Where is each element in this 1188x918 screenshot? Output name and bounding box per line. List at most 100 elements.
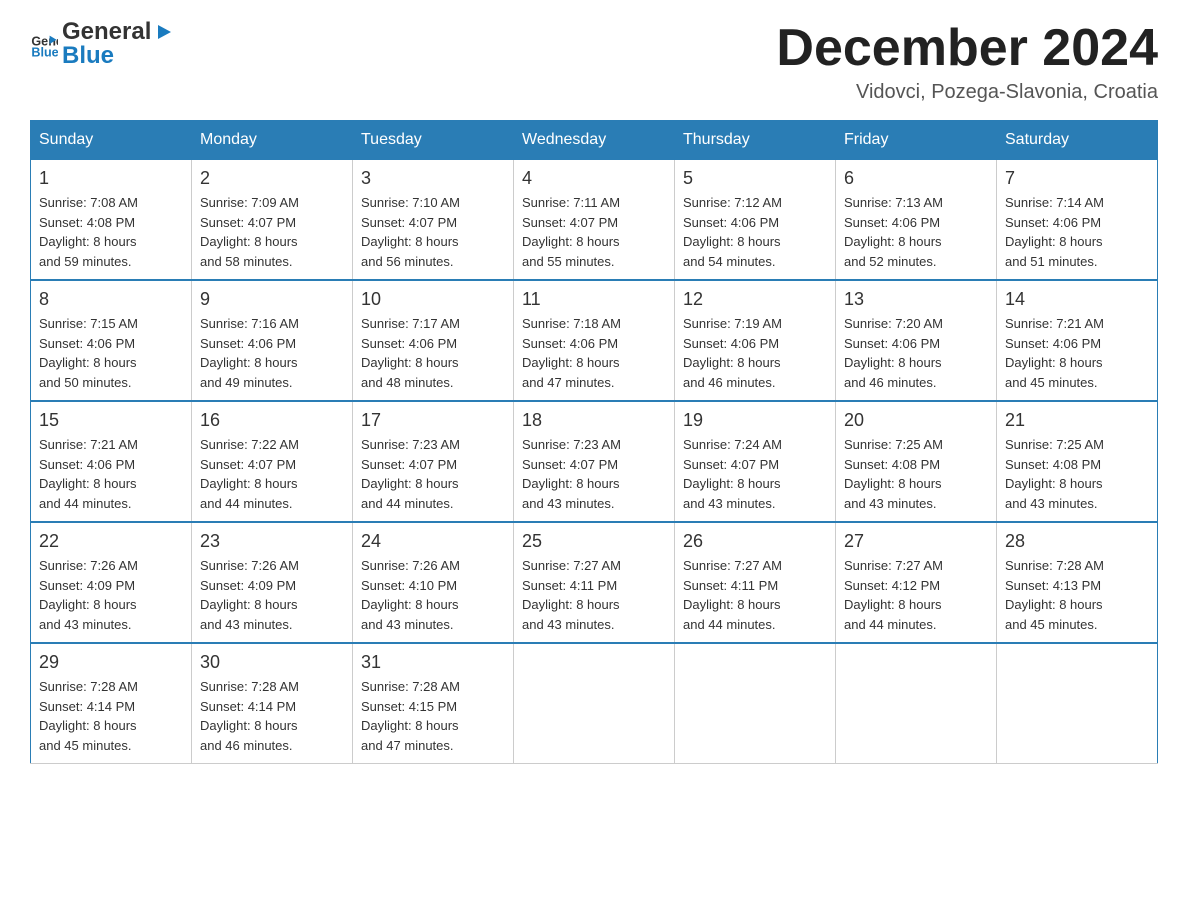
day-info: Sunrise: 7:16 AM Sunset: 4:06 PM Dayligh… xyxy=(200,314,344,392)
day-info: Sunrise: 7:17 AM Sunset: 4:06 PM Dayligh… xyxy=(361,314,505,392)
calendar-day-cell: 14 Sunrise: 7:21 AM Sunset: 4:06 PM Dayl… xyxy=(997,280,1158,401)
calendar-day-cell: 29 Sunrise: 7:28 AM Sunset: 4:14 PM Dayl… xyxy=(31,643,192,764)
header-saturday: Saturday xyxy=(997,121,1158,160)
day-number: 26 xyxy=(683,531,827,552)
day-number: 1 xyxy=(39,168,183,189)
location-subtitle: Vidovci, Pozega-Slavonia, Croatia xyxy=(776,81,1158,104)
calendar-day-cell: 15 Sunrise: 7:21 AM Sunset: 4:06 PM Dayl… xyxy=(31,401,192,522)
page-header: General Blue General Blue December 2024 … xyxy=(30,20,1158,104)
calendar-day-cell xyxy=(836,643,997,764)
day-number: 27 xyxy=(844,531,988,552)
day-info: Sunrise: 7:26 AM Sunset: 4:10 PM Dayligh… xyxy=(361,556,505,634)
calendar-table: Sunday Monday Tuesday Wednesday Thursday… xyxy=(30,120,1158,764)
calendar-day-cell: 10 Sunrise: 7:17 AM Sunset: 4:06 PM Dayl… xyxy=(353,280,514,401)
header-monday: Monday xyxy=(192,121,353,160)
calendar-day-cell: 24 Sunrise: 7:26 AM Sunset: 4:10 PM Dayl… xyxy=(353,522,514,643)
day-info: Sunrise: 7:15 AM Sunset: 4:06 PM Dayligh… xyxy=(39,314,183,392)
day-info: Sunrise: 7:09 AM Sunset: 4:07 PM Dayligh… xyxy=(200,193,344,271)
day-number: 8 xyxy=(39,289,183,310)
day-info: Sunrise: 7:28 AM Sunset: 4:14 PM Dayligh… xyxy=(200,677,344,755)
svg-text:Blue: Blue xyxy=(31,46,58,58)
day-number: 18 xyxy=(522,410,666,431)
day-info: Sunrise: 7:26 AM Sunset: 4:09 PM Dayligh… xyxy=(200,556,344,634)
day-info: Sunrise: 7:28 AM Sunset: 4:13 PM Dayligh… xyxy=(1005,556,1149,634)
day-number: 11 xyxy=(522,289,666,310)
day-number: 3 xyxy=(361,168,505,189)
calendar-day-cell: 25 Sunrise: 7:27 AM Sunset: 4:11 PM Dayl… xyxy=(514,522,675,643)
calendar-day-cell: 31 Sunrise: 7:28 AM Sunset: 4:15 PM Dayl… xyxy=(353,643,514,764)
day-info: Sunrise: 7:26 AM Sunset: 4:09 PM Dayligh… xyxy=(39,556,183,634)
day-info: Sunrise: 7:08 AM Sunset: 4:08 PM Dayligh… xyxy=(39,193,183,271)
calendar-day-cell: 30 Sunrise: 7:28 AM Sunset: 4:14 PM Dayl… xyxy=(192,643,353,764)
calendar-week-row: 22 Sunrise: 7:26 AM Sunset: 4:09 PM Dayl… xyxy=(31,522,1158,643)
calendar-day-cell: 5 Sunrise: 7:12 AM Sunset: 4:06 PM Dayli… xyxy=(675,160,836,281)
day-info: Sunrise: 7:27 AM Sunset: 4:11 PM Dayligh… xyxy=(522,556,666,634)
calendar-week-row: 15 Sunrise: 7:21 AM Sunset: 4:06 PM Dayl… xyxy=(31,401,1158,522)
calendar-day-cell: 9 Sunrise: 7:16 AM Sunset: 4:06 PM Dayli… xyxy=(192,280,353,401)
day-info: Sunrise: 7:19 AM Sunset: 4:06 PM Dayligh… xyxy=(683,314,827,392)
calendar-day-cell: 1 Sunrise: 7:08 AM Sunset: 4:08 PM Dayli… xyxy=(31,160,192,281)
header-wednesday: Wednesday xyxy=(514,121,675,160)
calendar-day-cell: 12 Sunrise: 7:19 AM Sunset: 4:06 PM Dayl… xyxy=(675,280,836,401)
day-info: Sunrise: 7:22 AM Sunset: 4:07 PM Dayligh… xyxy=(200,435,344,513)
day-number: 17 xyxy=(361,410,505,431)
day-number: 5 xyxy=(683,168,827,189)
calendar-week-row: 8 Sunrise: 7:15 AM Sunset: 4:06 PM Dayli… xyxy=(31,280,1158,401)
day-number: 16 xyxy=(200,410,344,431)
day-info: Sunrise: 7:23 AM Sunset: 4:07 PM Dayligh… xyxy=(522,435,666,513)
day-number: 22 xyxy=(39,531,183,552)
day-number: 20 xyxy=(844,410,988,431)
day-info: Sunrise: 7:23 AM Sunset: 4:07 PM Dayligh… xyxy=(361,435,505,513)
weekday-header-row: Sunday Monday Tuesday Wednesday Thursday… xyxy=(31,121,1158,160)
day-number: 30 xyxy=(200,652,344,673)
day-info: Sunrise: 7:14 AM Sunset: 4:06 PM Dayligh… xyxy=(1005,193,1149,271)
day-info: Sunrise: 7:21 AM Sunset: 4:06 PM Dayligh… xyxy=(1005,314,1149,392)
day-info: Sunrise: 7:12 AM Sunset: 4:06 PM Dayligh… xyxy=(683,193,827,271)
calendar-day-cell xyxy=(675,643,836,764)
calendar-day-cell: 22 Sunrise: 7:26 AM Sunset: 4:09 PM Dayl… xyxy=(31,522,192,643)
calendar-day-cell: 18 Sunrise: 7:23 AM Sunset: 4:07 PM Dayl… xyxy=(514,401,675,522)
day-info: Sunrise: 7:28 AM Sunset: 4:15 PM Dayligh… xyxy=(361,677,505,755)
day-number: 6 xyxy=(844,168,988,189)
day-info: Sunrise: 7:18 AM Sunset: 4:06 PM Dayligh… xyxy=(522,314,666,392)
calendar-day-cell: 6 Sunrise: 7:13 AM Sunset: 4:06 PM Dayli… xyxy=(836,160,997,281)
day-number: 9 xyxy=(200,289,344,310)
calendar-day-cell: 8 Sunrise: 7:15 AM Sunset: 4:06 PM Dayli… xyxy=(31,280,192,401)
day-number: 23 xyxy=(200,531,344,552)
day-info: Sunrise: 7:27 AM Sunset: 4:12 PM Dayligh… xyxy=(844,556,988,634)
calendar-day-cell: 20 Sunrise: 7:25 AM Sunset: 4:08 PM Dayl… xyxy=(836,401,997,522)
calendar-day-cell: 7 Sunrise: 7:14 AM Sunset: 4:06 PM Dayli… xyxy=(997,160,1158,281)
calendar-day-cell: 23 Sunrise: 7:26 AM Sunset: 4:09 PM Dayl… xyxy=(192,522,353,643)
day-number: 24 xyxy=(361,531,505,552)
header-thursday: Thursday xyxy=(675,121,836,160)
calendar-day-cell: 26 Sunrise: 7:27 AM Sunset: 4:11 PM Dayl… xyxy=(675,522,836,643)
calendar-day-cell: 4 Sunrise: 7:11 AM Sunset: 4:07 PM Dayli… xyxy=(514,160,675,281)
day-info: Sunrise: 7:13 AM Sunset: 4:06 PM Dayligh… xyxy=(844,193,988,271)
calendar-week-row: 1 Sunrise: 7:08 AM Sunset: 4:08 PM Dayli… xyxy=(31,160,1158,281)
calendar-week-row: 29 Sunrise: 7:28 AM Sunset: 4:14 PM Dayl… xyxy=(31,643,1158,764)
day-number: 4 xyxy=(522,168,666,189)
title-section: December 2024 Vidovci, Pozega-Slavonia, … xyxy=(776,20,1158,104)
day-number: 19 xyxy=(683,410,827,431)
header-sunday: Sunday xyxy=(31,121,192,160)
day-number: 25 xyxy=(522,531,666,552)
day-number: 10 xyxy=(361,289,505,310)
calendar-day-cell: 13 Sunrise: 7:20 AM Sunset: 4:06 PM Dayl… xyxy=(836,280,997,401)
day-info: Sunrise: 7:25 AM Sunset: 4:08 PM Dayligh… xyxy=(1005,435,1149,513)
calendar-day-cell: 28 Sunrise: 7:28 AM Sunset: 4:13 PM Dayl… xyxy=(997,522,1158,643)
day-info: Sunrise: 7:10 AM Sunset: 4:07 PM Dayligh… xyxy=(361,193,505,271)
logo-wordmark: General Blue xyxy=(62,20,175,68)
day-number: 31 xyxy=(361,652,505,673)
day-number: 15 xyxy=(39,410,183,431)
logo-arrow xyxy=(153,21,175,43)
day-number: 2 xyxy=(200,168,344,189)
header-tuesday: Tuesday xyxy=(353,121,514,160)
day-number: 12 xyxy=(683,289,827,310)
calendar-day-cell: 16 Sunrise: 7:22 AM Sunset: 4:07 PM Dayl… xyxy=(192,401,353,522)
calendar-day-cell: 27 Sunrise: 7:27 AM Sunset: 4:12 PM Dayl… xyxy=(836,522,997,643)
day-number: 28 xyxy=(1005,531,1149,552)
logo-general: General xyxy=(62,20,151,44)
day-number: 21 xyxy=(1005,410,1149,431)
day-info: Sunrise: 7:21 AM Sunset: 4:06 PM Dayligh… xyxy=(39,435,183,513)
calendar-day-cell: 11 Sunrise: 7:18 AM Sunset: 4:06 PM Dayl… xyxy=(514,280,675,401)
